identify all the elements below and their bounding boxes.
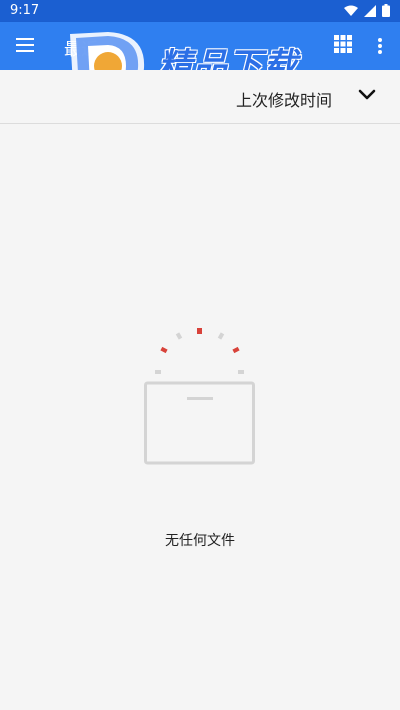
app-bar: 最近 [0, 22, 400, 70]
status-time: 9:17 [10, 3, 40, 18]
sort-label[interactable]: 上次修改时间 [236, 87, 332, 111]
sort-toggle-button[interactable] [357, 87, 379, 107]
grid-view-icon [334, 35, 352, 53]
more-options-button[interactable] [369, 34, 391, 58]
more-options-icon [378, 38, 382, 54]
grid-view-button[interactable] [334, 35, 356, 57]
menu-icon [16, 38, 34, 52]
status-bar: 9:17 [0, 0, 400, 22]
signal-icon [364, 4, 376, 17]
sort-bar: 上次修改时间 [0, 70, 400, 124]
wifi-icon [344, 5, 358, 16]
empty-state-message: 无任何文件 [165, 533, 235, 549]
page-title: 最近 [64, 40, 98, 60]
chevron-down-icon [358, 89, 376, 100]
battery-icon [382, 4, 390, 17]
empty-folder-illustration [144, 328, 255, 465]
menu-button[interactable] [14, 34, 38, 58]
system-icons [344, 4, 390, 17]
